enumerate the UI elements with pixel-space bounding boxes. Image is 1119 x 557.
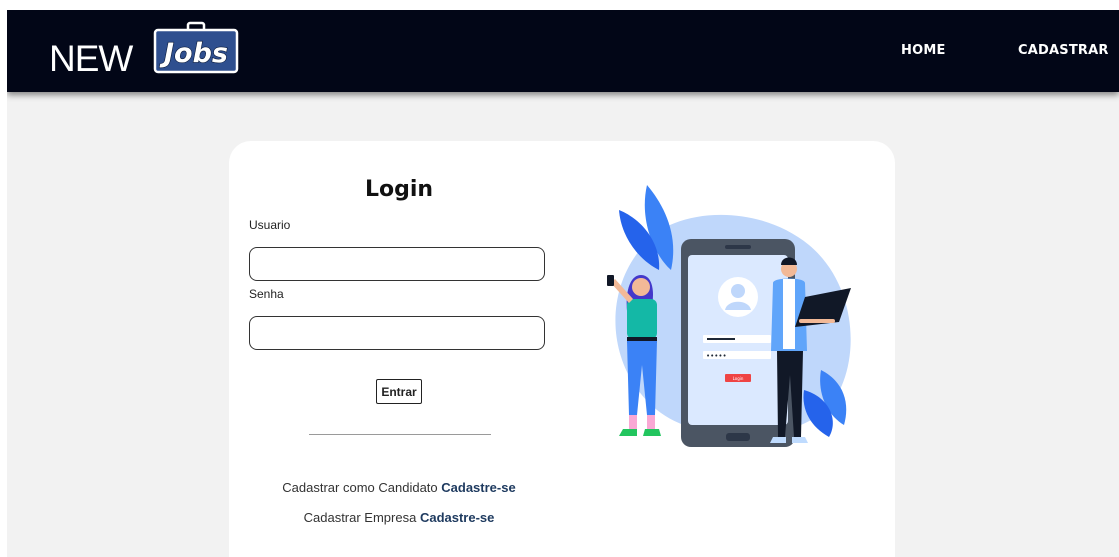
entrar-button[interactable]: Entrar bbox=[376, 379, 422, 404]
woman-head bbox=[632, 278, 650, 296]
newjobs-logo[interactable]: NEW Jobs bbox=[47, 20, 247, 80]
woman-sock bbox=[629, 415, 637, 429]
man-tshirt bbox=[783, 279, 795, 349]
logo-jobs-text: Jobs bbox=[159, 38, 228, 69]
avatar-head bbox=[731, 284, 745, 298]
woman-shirt bbox=[627, 299, 657, 339]
company-signup-line: Cadastrar Empresa Cadastre-se bbox=[229, 510, 569, 525]
username-text-graphic bbox=[707, 338, 735, 340]
candidate-signup-link[interactable]: Cadastre-se bbox=[441, 480, 515, 495]
user-input[interactable] bbox=[249, 247, 545, 281]
nav-home-link[interactable]: HOME bbox=[901, 43, 946, 58]
logo-new-text: NEW bbox=[49, 38, 133, 79]
phone-speaker bbox=[725, 245, 751, 249]
company-signup-text: Cadastrar Empresa bbox=[303, 510, 417, 525]
password-dots-graphic: ••••• bbox=[706, 352, 727, 360]
company-signup-link[interactable]: Cadastre-se bbox=[420, 510, 494, 525]
phone-home-button bbox=[726, 433, 750, 441]
login-button-graphic-text: Login bbox=[733, 376, 744, 381]
candidate-signup-line: Cadastrar como Candidato Cadastre-se bbox=[229, 480, 569, 495]
login-illustration-icon: ••••• Login bbox=[607, 185, 851, 447]
woman-phone-icon bbox=[607, 275, 614, 286]
woman-shoe bbox=[643, 429, 661, 436]
nav-cadastrar-link[interactable]: CADASTRAR bbox=[1018, 43, 1109, 58]
login-title: Login bbox=[364, 177, 434, 202]
navbar: NEW Jobs HOME CADASTRAR bbox=[7, 10, 1119, 92]
user-label: Usuario bbox=[249, 218, 291, 232]
page-background: NEW Jobs HOME CADASTRAR Login Usuario Se… bbox=[7, 10, 1119, 557]
password-input[interactable] bbox=[249, 316, 545, 350]
candidate-signup-text: Cadastrar como Candidato bbox=[282, 480, 438, 495]
man-shoe bbox=[792, 437, 808, 443]
password-label: Senha bbox=[249, 287, 284, 301]
divider bbox=[309, 434, 491, 435]
woman-sock bbox=[647, 415, 655, 429]
login-card: Login Usuario Senha Entrar Cadastrar com… bbox=[229, 141, 895, 557]
woman-shoe bbox=[619, 429, 637, 436]
